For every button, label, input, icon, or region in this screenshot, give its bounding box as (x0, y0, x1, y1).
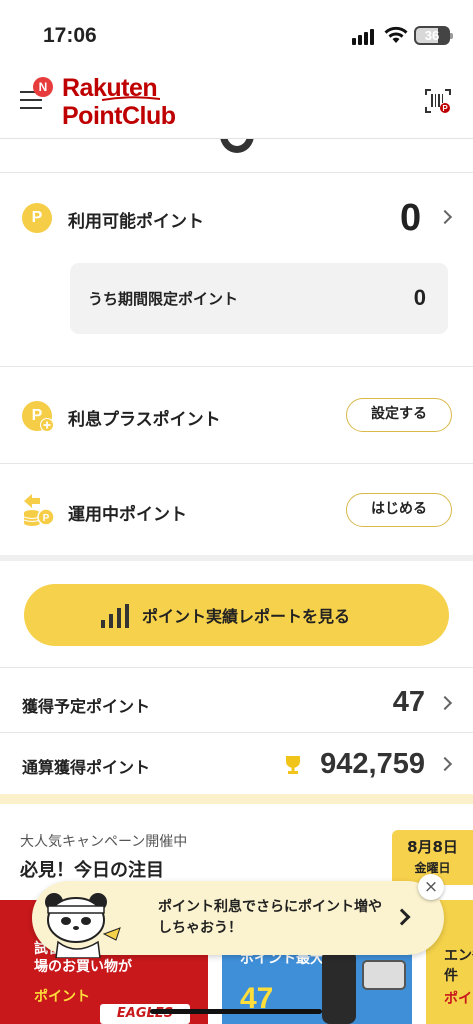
svg-text:P: P (442, 104, 448, 113)
battery-level: 36 (424, 28, 440, 43)
campaign-title: 必見！今日の注目 (20, 860, 164, 881)
available-points-label: 利用可能ポイント (68, 212, 204, 232)
divider (0, 366, 473, 367)
banner-highlight: ポイ (444, 991, 472, 1007)
limited-points-value: 0 (413, 285, 426, 310)
notification-badge: N (33, 77, 53, 97)
home-indicator[interactable] (150, 1009, 322, 1014)
divider (0, 732, 473, 733)
logo-line-2: PointClub (62, 102, 176, 130)
chevron-right-icon[interactable] (393, 908, 411, 926)
banner-text: エン条件 (444, 948, 473, 984)
close-toast-button[interactable]: × (418, 874, 444, 900)
section-separator (0, 794, 473, 804)
limited-points-box: うち期間限定ポイント 0 (70, 263, 448, 334)
battery-icon: 36 (414, 26, 453, 45)
wifi-icon (384, 26, 408, 43)
available-points-value[interactable]: 0 (400, 197, 421, 240)
points-report-label: ポイント実績レポートを見る (142, 607, 351, 626)
rakuten-pointclub-logo[interactable]: Rakuten PointClub (62, 74, 176, 130)
bar-chart-icon (101, 604, 131, 628)
interest-plus-settings-button[interactable]: 設定する (346, 398, 452, 432)
divider (0, 172, 473, 173)
logo-swoosh-icon (102, 96, 160, 101)
divider (0, 667, 473, 668)
investing-points-label: 運用中ポイント (68, 505, 187, 525)
backpack-image (322, 950, 356, 1024)
pending-points-label: 獲得予定ポイント (22, 697, 151, 716)
status-time: 17:06 (43, 24, 97, 47)
chevron-right-icon[interactable] (437, 695, 453, 711)
panda-mascot-icon (45, 893, 121, 958)
banner-highlight: ポイント (34, 989, 90, 1005)
status-bar: 17:06 36 (0, 0, 473, 60)
campaign-subtitle: 大人気キャンペーン開催中 (20, 834, 188, 850)
chevron-right-icon[interactable] (437, 756, 453, 772)
start-investing-button[interactable]: はじめる (346, 493, 452, 527)
app-screen: 17:06 36 N Rakuten PointClub P P 利用可能ポイン… (0, 0, 473, 1024)
cellular-signal-icon (352, 27, 378, 45)
section-separator (0, 555, 473, 561)
limited-points-label: うち期間限定ポイント (88, 290, 239, 308)
divider (0, 463, 473, 464)
chevron-right-icon[interactable] (437, 209, 453, 225)
app-header: N Rakuten PointClub P (0, 60, 473, 139)
plus-icon (40, 418, 54, 432)
pending-points-value[interactable]: 47 (393, 686, 425, 719)
eagles-logo: EAGLES (100, 1004, 190, 1024)
scrolled-point-number (220, 139, 254, 153)
points-report-button[interactable]: ポイント実績レポートを見る (24, 584, 449, 646)
point-coin-icon: P (22, 203, 52, 233)
camera-image (362, 960, 406, 990)
interest-plus-label: 利息プラスポイント (68, 410, 221, 430)
date-label: 8月8日 (407, 838, 458, 856)
investing-coins-icon: P (23, 494, 55, 526)
total-points-label: 通算獲得ポイント (22, 758, 151, 777)
trophy-icon (286, 756, 300, 774)
barcode-scan-icon[interactable]: P (425, 89, 451, 113)
svg-text:P: P (43, 513, 50, 524)
total-points-value[interactable]: 942,759 (320, 748, 425, 781)
toast-text: ポイント利息でさらにポイント増やしちゃおう！ (158, 899, 382, 936)
